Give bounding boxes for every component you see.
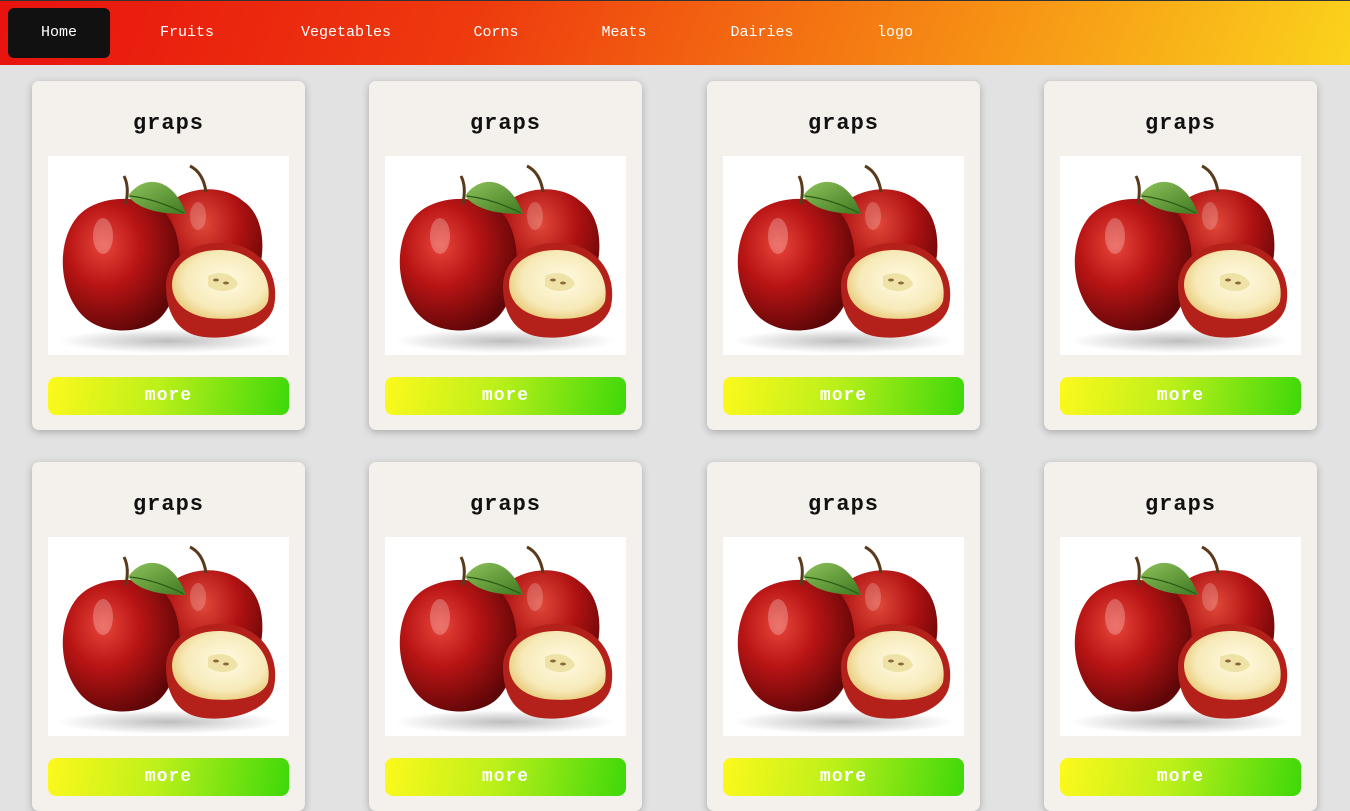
nav-fruits[interactable]: Fruits (137, 8, 237, 58)
apple-icon (1060, 156, 1301, 355)
product-title: graps (132, 492, 204, 517)
apple-icon (48, 537, 289, 736)
apple-icon (385, 537, 626, 736)
more-button[interactable]: more (1060, 377, 1301, 415)
product-card: graps more (1044, 462, 1317, 811)
more-button[interactable]: more (385, 377, 626, 415)
more-button[interactable]: more (48, 758, 289, 796)
apple-icon (1060, 537, 1301, 736)
more-button[interactable]: more (48, 377, 289, 415)
product-title: graps (1144, 111, 1216, 136)
apple-icon (723, 537, 964, 736)
more-button[interactable]: more (723, 377, 964, 415)
apple-icon (48, 156, 289, 355)
nav-meats[interactable]: Meats (580, 8, 668, 58)
product-title: graps (807, 111, 879, 136)
more-button[interactable]: more (385, 758, 626, 796)
nav-home[interactable]: Home (8, 8, 110, 58)
nav-dairies[interactable]: Dairies (710, 8, 814, 58)
nav-corns[interactable]: Corns (451, 8, 541, 58)
more-button[interactable]: more (723, 758, 964, 796)
apple-icon (385, 156, 626, 355)
product-card: graps more (32, 462, 305, 811)
product-title: graps (469, 111, 541, 136)
product-card: graps more (707, 81, 980, 430)
product-card: graps more (32, 81, 305, 430)
product-grid: graps more graps more graps more graps m… (0, 65, 1350, 811)
product-card: graps more (369, 81, 642, 430)
apple-icon (723, 156, 964, 355)
product-title: graps (1144, 492, 1216, 517)
product-card: graps more (1044, 81, 1317, 430)
top-navbar: Home Fruits Vegetables Corns Meats Dairi… (0, 0, 1350, 65)
product-title: graps (469, 492, 541, 517)
nav-vegetables[interactable]: Vegetables (276, 8, 416, 58)
product-card: graps more (707, 462, 980, 811)
more-button[interactable]: more (1060, 758, 1301, 796)
product-title: graps (807, 492, 879, 517)
product-title: graps (132, 111, 204, 136)
nav-logo[interactable]: logo (860, 8, 930, 58)
product-card: graps more (369, 462, 642, 811)
